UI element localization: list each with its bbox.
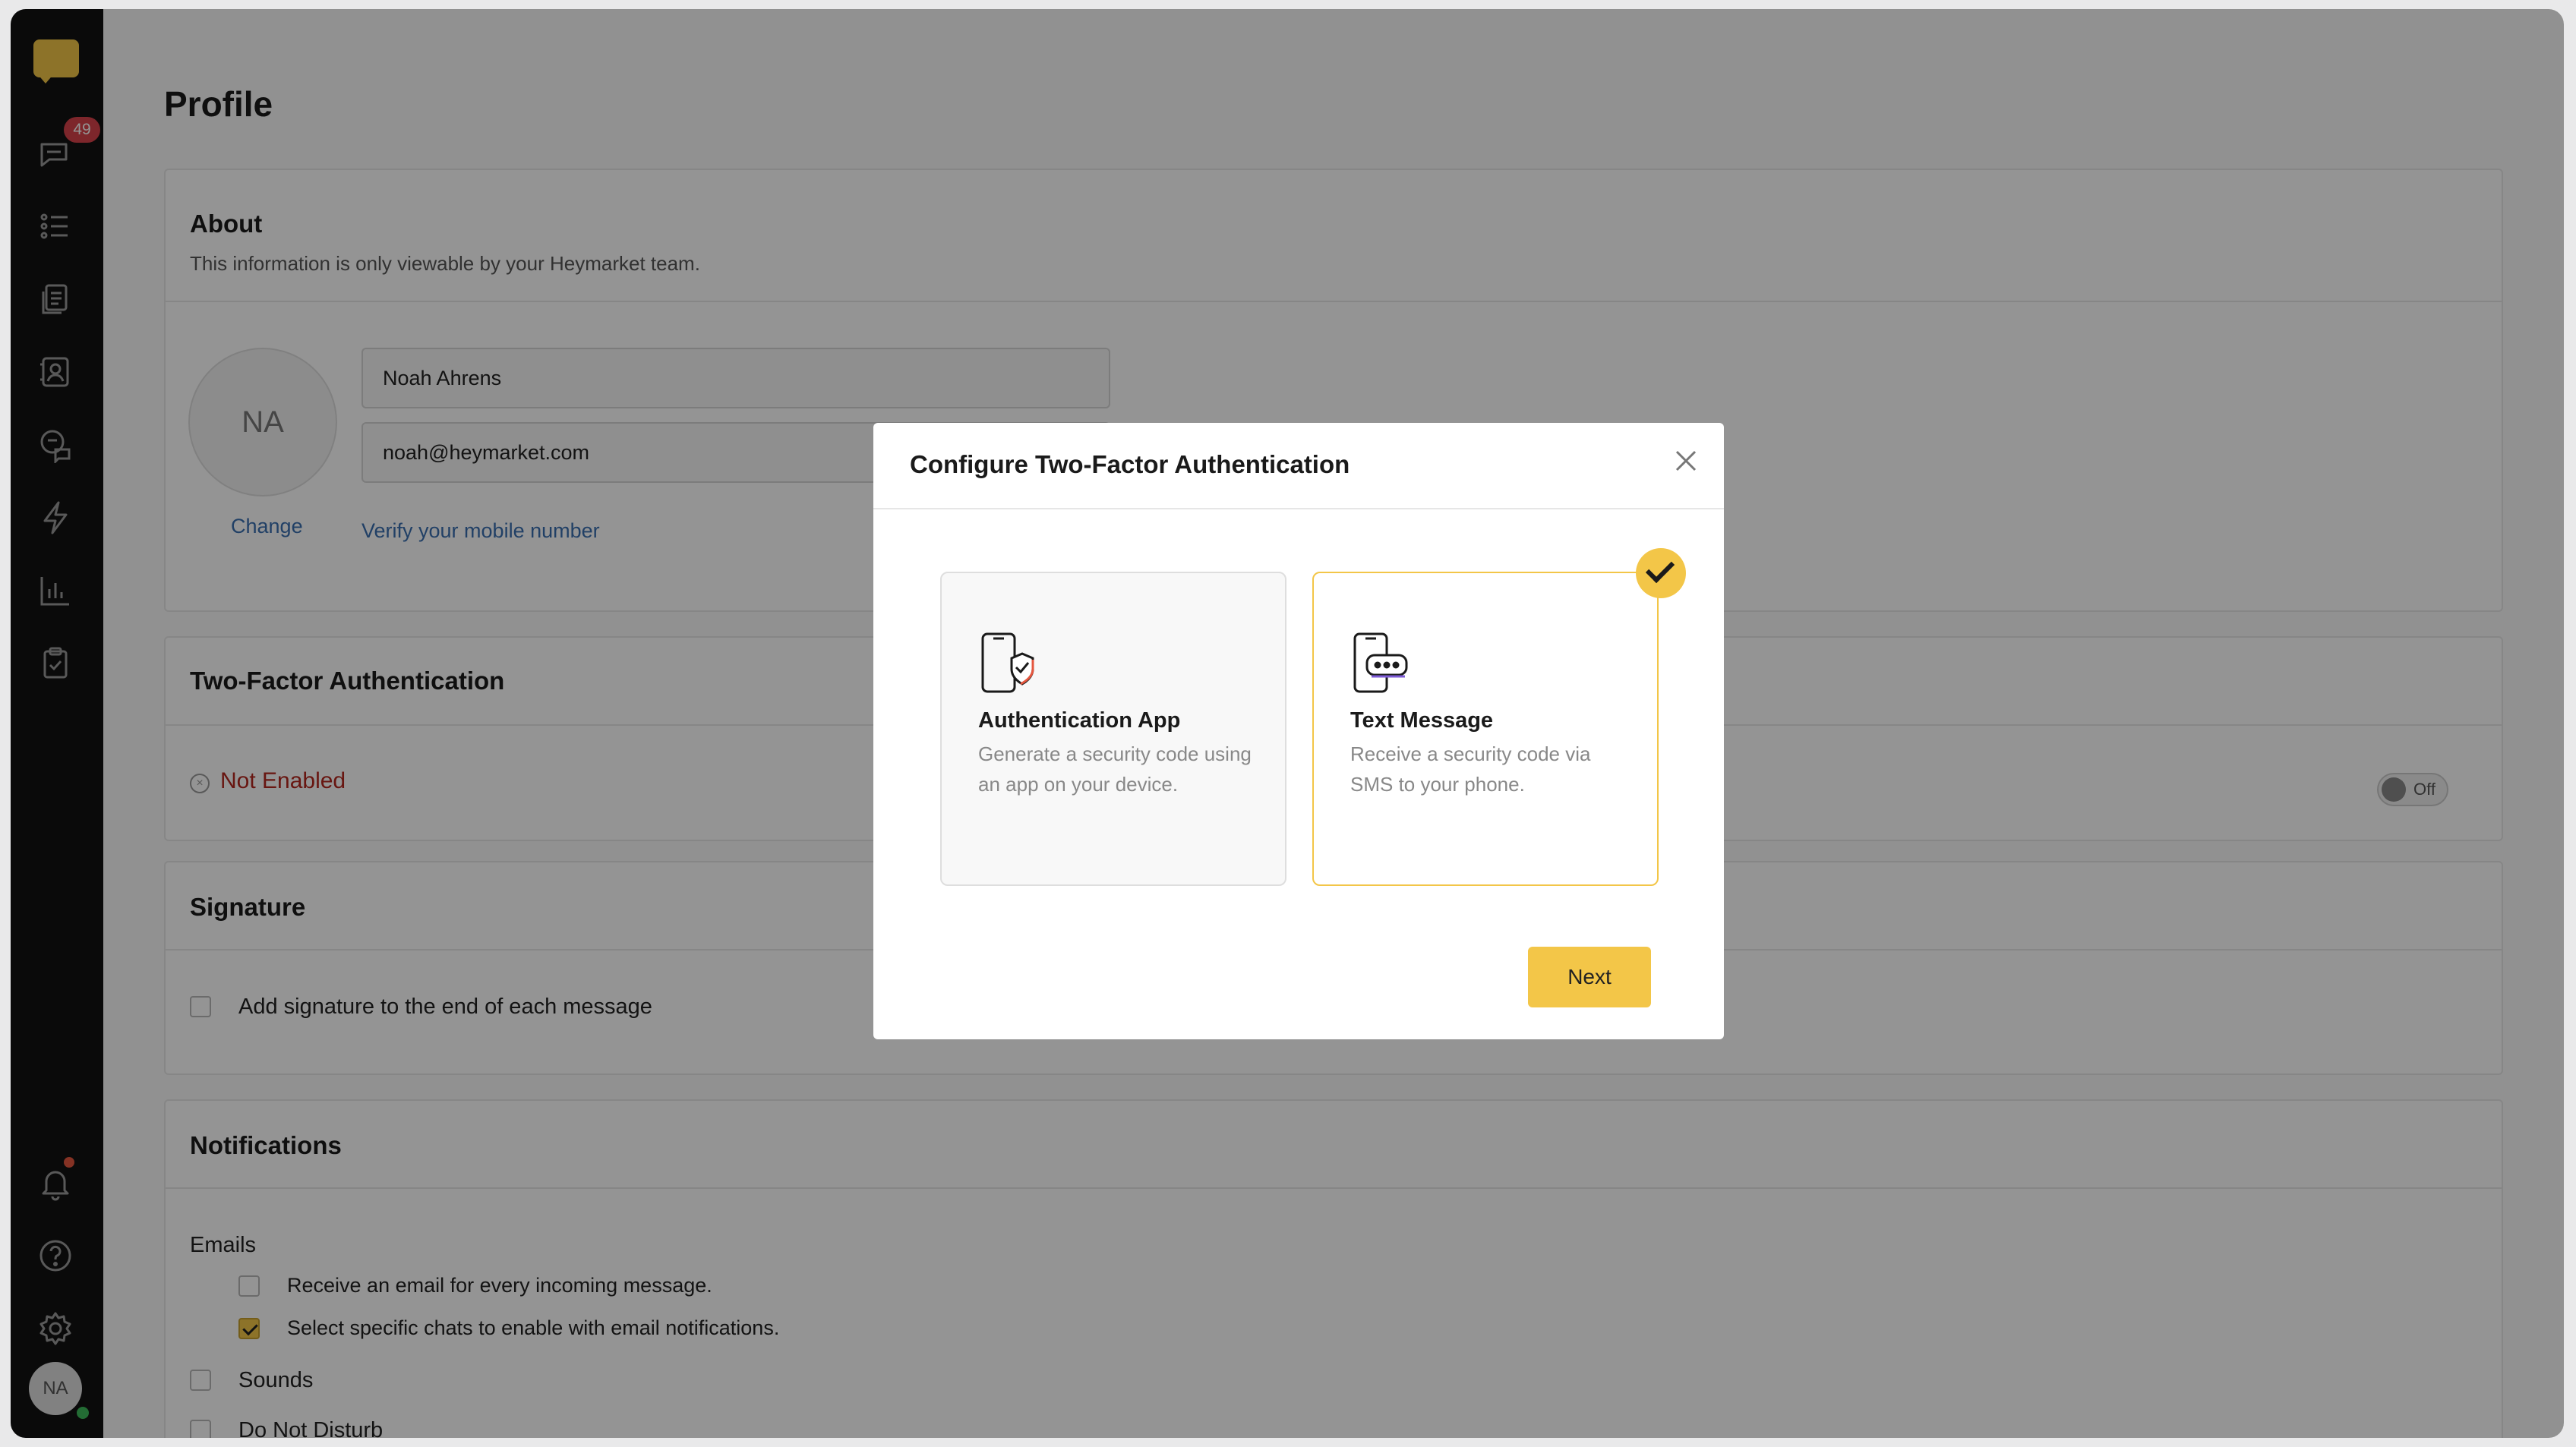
option-text-message[interactable]: Text Message Receive a security code via…	[1312, 572, 1659, 886]
two-factor-modal: Configure Two-Factor Authentication Auth…	[873, 423, 1724, 1039]
phone-shield-icon	[978, 629, 1039, 702]
app-window: 49 NA Profile About This information is …	[11, 9, 2564, 1438]
option-description: Generate a security code using an app on…	[978, 742, 1252, 796]
selected-check-icon	[1636, 548, 1686, 598]
modal-title: Configure Two-Factor Authentication	[910, 450, 1350, 478]
option-description: Receive a security code via SMS to your …	[1350, 742, 1591, 796]
next-button[interactable]: Next	[1528, 947, 1651, 1007]
phone-message-icon	[1350, 629, 1411, 702]
close-icon[interactable]	[1669, 444, 1703, 478]
option-authentication-app[interactable]: Authentication App Generate a security c…	[940, 572, 1286, 886]
option-title: Authentication App	[978, 708, 1181, 733]
option-title: Text Message	[1350, 708, 1494, 733]
modal-divider	[873, 508, 1724, 509]
